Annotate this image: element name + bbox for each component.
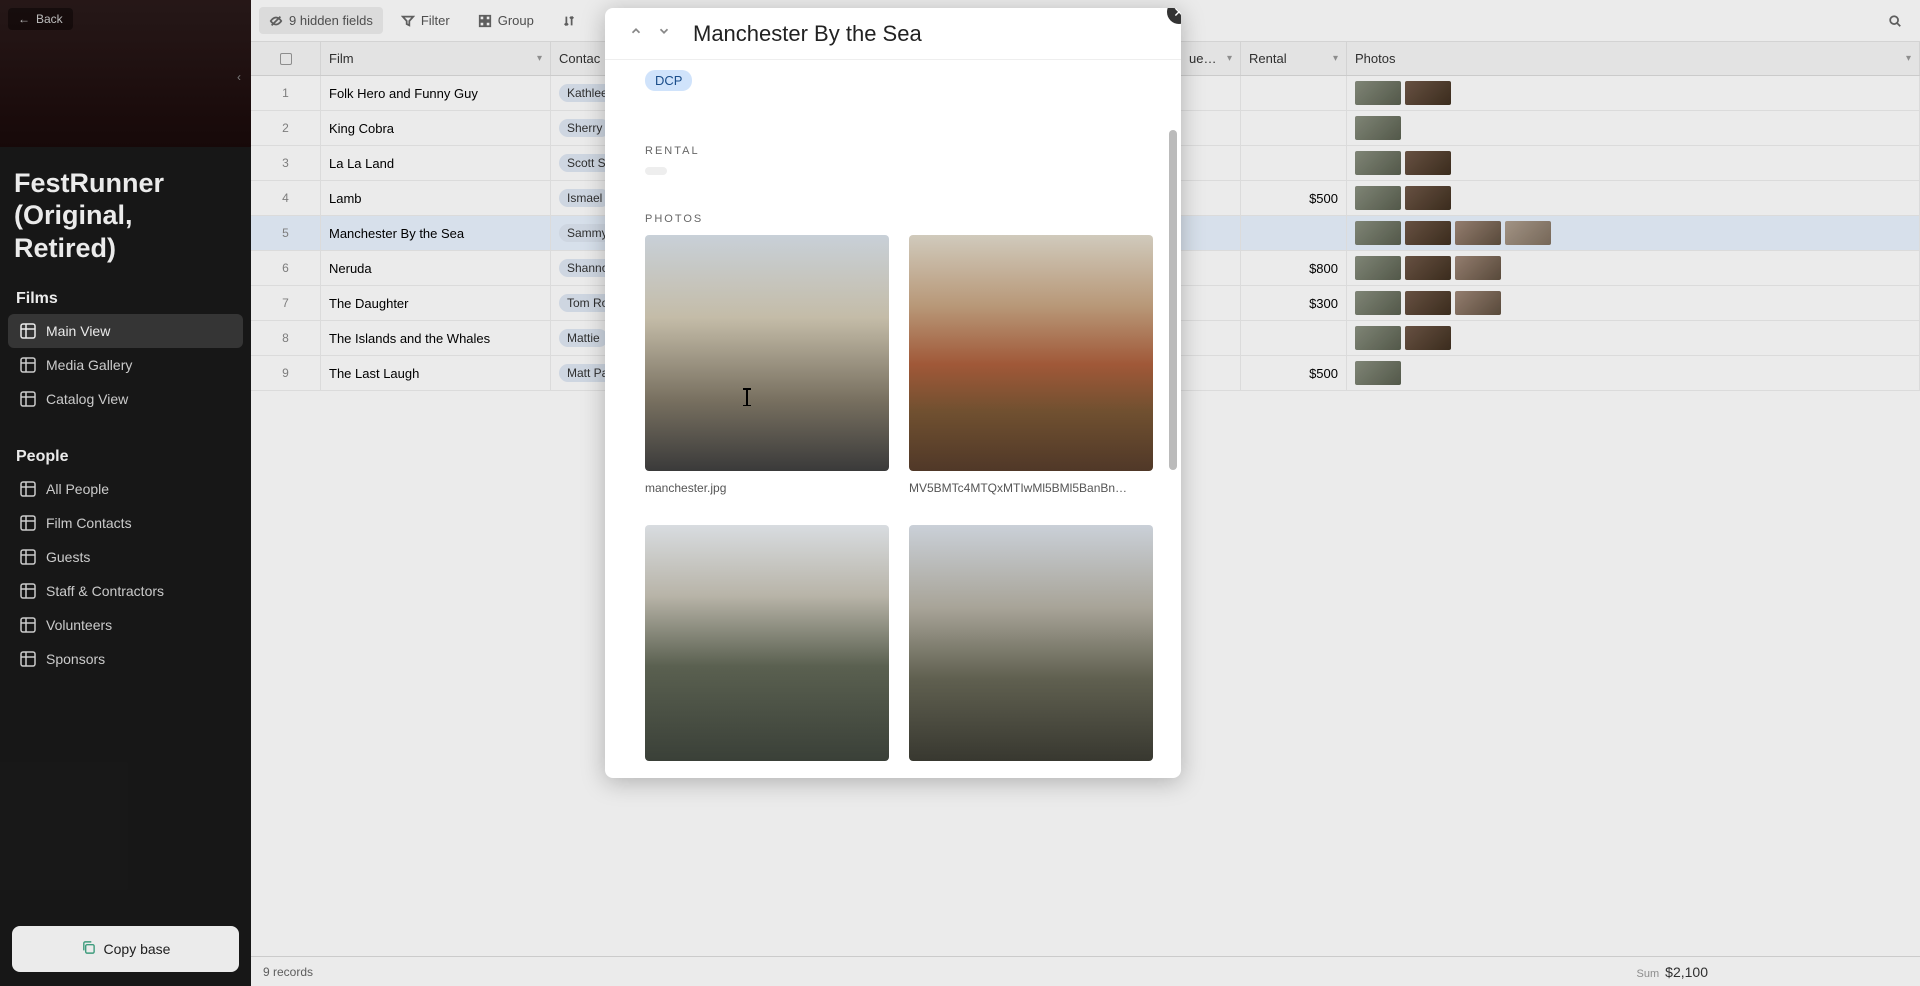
- modal-scrollbar[interactable]: [1169, 72, 1177, 766]
- photos-field-label: PHOTOS: [645, 213, 1153, 225]
- photo-filename: MV5BMTc4MTQxMTIwMl5BMl5BanBn…: [909, 481, 1153, 495]
- photo-thumbnail[interactable]: [909, 235, 1153, 471]
- rental-field-value[interactable]: [645, 167, 667, 175]
- record-modal: ✕ Manchester By the Sea DCP RENTAL PHOTO…: [605, 8, 1181, 778]
- photo-filename: manchester.jpg: [645, 481, 889, 495]
- photo-thumbnail[interactable]: [909, 525, 1153, 761]
- photo-tile[interactable]: [645, 525, 889, 771]
- close-icon: ✕: [1173, 8, 1181, 21]
- modal-overlay[interactable]: ✕ Manchester By the Sea DCP RENTAL PHOTO…: [0, 0, 1920, 986]
- rental-field-label: RENTAL: [645, 145, 1153, 157]
- modal-title: Manchester By the Sea: [693, 21, 922, 47]
- format-tag[interactable]: DCP: [645, 70, 692, 91]
- next-record-button[interactable]: [653, 22, 675, 45]
- modal-body[interactable]: DCP RENTAL PHOTOS manchester.jpg MV5BMTc…: [605, 60, 1181, 778]
- photo-thumbnail[interactable]: [645, 525, 889, 761]
- photos-grid: manchester.jpg MV5BMTc4MTQxMTIwMl5BMl5Ba…: [645, 235, 1153, 771]
- modal-header: Manchester By the Sea: [605, 8, 1181, 60]
- text-cursor-icon: [741, 388, 753, 406]
- scrollbar-thumb[interactable]: [1169, 130, 1177, 470]
- photo-tile[interactable]: manchester.jpg: [645, 235, 889, 495]
- photo-tile[interactable]: [909, 525, 1153, 771]
- prev-record-button[interactable]: [625, 22, 647, 45]
- photo-tile[interactable]: MV5BMTc4MTQxMTIwMl5BMl5BanBn…: [909, 235, 1153, 495]
- photo-thumbnail[interactable]: [645, 235, 889, 471]
